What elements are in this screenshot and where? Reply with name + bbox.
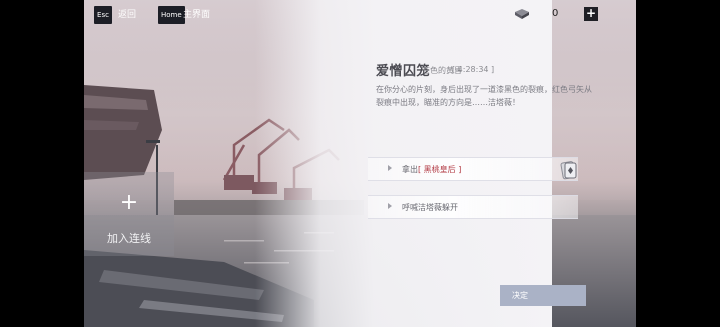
game-screen: Esc 返回 Home 主界面 0 + + 加入连线 爱憎囚笼 苍色的黄昏 [ … xyxy=(0,0,720,327)
event-timer: [ 4:28:34 ] xyxy=(452,65,495,74)
plus-icon: + xyxy=(119,190,139,215)
letterbox-right xyxy=(636,0,720,327)
esc-key-hint[interactable]: Esc xyxy=(94,6,112,24)
gem-icon xyxy=(515,9,529,19)
currency-counter: 0 + xyxy=(514,6,598,22)
back-button[interactable]: 返回 xyxy=(118,6,136,24)
option-arrow-icon xyxy=(388,165,392,171)
add-currency-button[interactable]: + xyxy=(584,7,598,21)
card-icon xyxy=(560,161,577,180)
letterbox-left xyxy=(0,0,84,327)
option-arrow-icon xyxy=(388,203,392,209)
confirm-button[interactable]: 决定 xyxy=(500,285,586,306)
event-description: 在你分心的片刻，身后出现了一道漆黑色的裂痕，红色弓矢从裂痕中出现，瞄准的方向是…… xyxy=(376,85,592,107)
option-show-card[interactable]: 拿出[ 黑桃皇后 ] xyxy=(368,157,578,181)
home-key-hint[interactable]: Home xyxy=(158,6,185,24)
join-link-button[interactable]: + 加入连线 xyxy=(84,172,174,256)
option-warn-ally[interactable]: 呼喊洁塔薇躲开 xyxy=(368,195,578,219)
join-link-label: 加入连线 xyxy=(107,232,151,245)
option-label: 拿出 xyxy=(402,165,418,174)
option-highlight: [ 黑桃皇后 ] xyxy=(418,165,462,174)
home-button[interactable]: 主界面 xyxy=(183,6,210,24)
currency-amount: 0 xyxy=(552,8,559,19)
option-label: 呼喊洁塔薇躲开 xyxy=(402,203,458,212)
